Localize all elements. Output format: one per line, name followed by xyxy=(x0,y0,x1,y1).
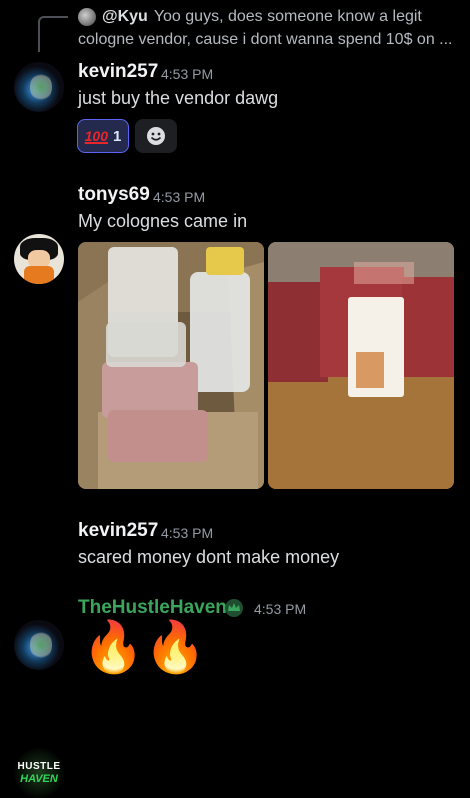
reply-text-line2[interactable]: cologne vendor, cause i dont wanna spend… xyxy=(78,31,453,49)
avatar-logo-text-bottom: HAVEN xyxy=(20,773,58,785)
reply-username[interactable]: @Kyu xyxy=(102,8,148,25)
package-photo[interactable] xyxy=(78,242,264,489)
message-text: just buy the vendor dawg xyxy=(78,88,279,108)
avatar-logo-text-top: HUSTLE xyxy=(17,761,61,772)
username[interactable]: TheHustleHaven xyxy=(78,597,227,619)
message-text: 🔥🔥 xyxy=(82,619,207,675)
reply-text-line1: Yoo guys, does someone know a legit xyxy=(153,8,422,25)
message-text: scared money dont make money xyxy=(78,547,340,567)
avatar[interactable] xyxy=(14,62,64,112)
cologne-photo[interactable] xyxy=(268,242,454,489)
username[interactable]: kevin257 xyxy=(78,61,158,83)
timestamp: 4:53 PM xyxy=(161,525,214,541)
avatar[interactable]: HUSTLE HAVEN xyxy=(14,748,64,798)
message-text: My colognes came in xyxy=(78,211,248,231)
avatar[interactable] xyxy=(14,234,64,284)
add-reaction-button[interactable] xyxy=(135,119,177,153)
timestamp: 4:53 PM xyxy=(161,66,214,82)
username[interactable]: tonys69 xyxy=(78,184,150,206)
smiley-icon xyxy=(147,127,165,145)
reply-connector xyxy=(38,16,68,52)
username[interactable]: kevin257 xyxy=(78,520,158,542)
reaction-count: 1 xyxy=(113,127,122,145)
hundred-emoji-icon: 100 xyxy=(84,128,108,144)
reply-avatar[interactable] xyxy=(78,8,96,26)
timestamp: 4:53 PM xyxy=(254,601,307,617)
timestamp: 4:53 PM xyxy=(153,189,206,205)
crown-icon[interactable] xyxy=(224,599,244,617)
reaction-100[interactable]: 100 1 xyxy=(77,119,129,153)
reply-preview[interactable]: @Kyu Yoo guys, does someone know a legit xyxy=(102,8,422,26)
avatar[interactable] xyxy=(14,620,64,670)
